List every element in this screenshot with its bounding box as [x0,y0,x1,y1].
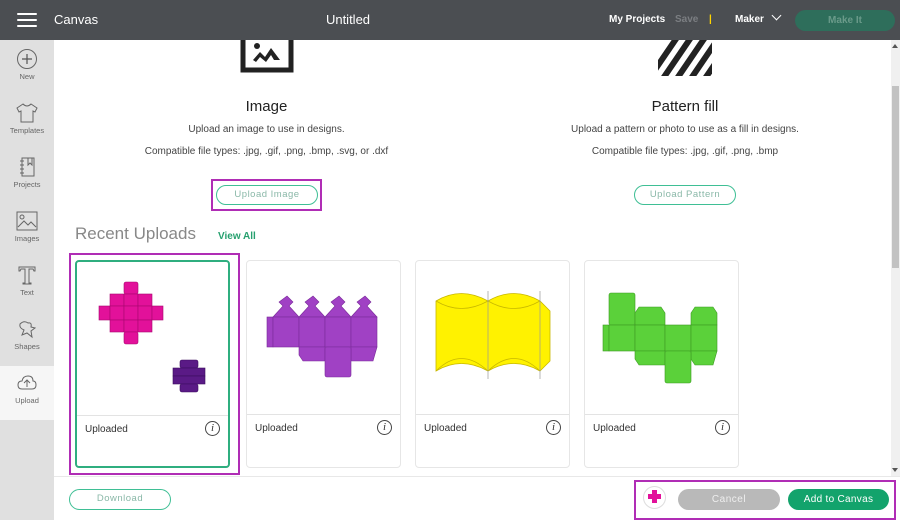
notebook-icon [20,157,35,177]
upload-card[interactable]: Uploaded i [75,260,230,468]
upload-caption: Uploaded [593,423,636,434]
upload-caption: Uploaded [424,423,467,434]
sidebar-item-label: New [19,72,35,81]
image-icon [16,211,38,231]
sidebar-item-label: Text [20,288,34,297]
upload-thumbnail [77,262,228,416]
pattern-fill-icon [658,40,712,76]
plus-circle-icon [17,49,37,69]
sidebar-item-new[interactable]: New [0,42,54,96]
info-icon[interactable]: i [546,420,561,435]
chevron-down-icon [771,10,782,21]
yellow-pillow-box-image [435,291,551,379]
download-button[interactable]: Download [69,489,171,510]
topbar-divider: | [709,14,712,25]
sidebar-item-shapes[interactable]: Shapes [0,312,54,366]
tshirt-icon [16,103,38,123]
sidebar-item-images[interactable]: Images [0,204,54,258]
my-projects-link[interactable]: My Projects [609,14,665,25]
pattern-section-title: Pattern fill [651,98,719,115]
sidebar-item-upload[interactable]: Upload [0,366,54,420]
sidebar-item-label: Images [14,234,40,243]
pattern-section-description: Upload a pattern or photo to use as a fi… [571,124,799,135]
top-bar: Canvas Untitled My Projects Save | Maker… [0,0,900,40]
text-t-icon [18,266,36,285]
upload-caption: Uploaded [85,424,128,435]
image-file-types: Compatible file types: .jpg, .gif, .png,… [144,146,389,157]
scroll-thumb[interactable] [892,86,899,268]
document-title[interactable]: Untitled [0,12,696,27]
view-all-link[interactable]: View All [218,231,256,242]
image-section-title: Image [245,98,288,115]
scroll-down-arrow-icon[interactable] [892,468,898,472]
image-section-description: Upload an image to use in designs. [188,124,345,135]
machine-select[interactable]: Maker [735,10,782,25]
save-button[interactable]: Save [675,14,698,25]
upload-card[interactable]: Uploaded i [584,260,739,468]
make-it-button[interactable]: Make It [795,10,895,31]
footer-bar: Download Cancel Add to Canvas [54,476,900,520]
upload-caption: Uploaded [255,423,298,434]
vertical-scrollbar[interactable] [891,40,900,476]
scroll-up-arrow-icon[interactable] [892,44,898,48]
recent-uploads-heading: Recent Uploads [75,224,196,243]
sidebar-item-projects[interactable]: Projects [0,150,54,204]
machine-label: Maker [735,14,764,25]
sidebar-item-templates[interactable]: Templates [0,96,54,150]
sidebar-item-label: Upload [15,396,39,405]
pattern-file-types: Compatible file types: .jpg, .gif, .png,… [591,146,779,157]
pattern-upload-section: Pattern fill Upload a pattern or photo t… [534,98,836,157]
pink-purple-net-image [98,281,206,393]
upload-pattern-button[interactable]: Upload Pattern [634,185,736,205]
sidebar-item-label: Templates [9,126,45,135]
upload-panel: Image Upload an image to use in designs.… [54,40,892,476]
upload-image-highlight [211,179,322,211]
upload-card[interactable]: Uploaded i [415,260,570,468]
upload-thumbnail [416,261,569,415]
footer-actions-highlight [634,480,896,520]
sidebar-item-text[interactable]: Text [0,258,54,312]
upload-card[interactable]: Uploaded i [246,260,401,468]
sidebar-item-label: Projects [13,180,41,189]
upload-thumbnail [585,261,738,415]
shapes-icon [19,321,37,339]
info-icon[interactable]: i [377,420,392,435]
image-upload-section: Image Upload an image to use in designs.… [114,98,419,157]
purple-box-net-image [266,295,378,378]
info-icon[interactable]: i [715,420,730,435]
info-icon[interactable]: i [205,421,220,436]
sidebar: New Templates Projects Images Text Shape… [0,40,54,520]
image-upload-icon [240,40,294,73]
upload-thumbnail [247,261,400,415]
sidebar-item-label: Shapes [14,342,40,351]
cloud-upload-icon [17,375,37,390]
green-box-net-image [602,292,718,384]
